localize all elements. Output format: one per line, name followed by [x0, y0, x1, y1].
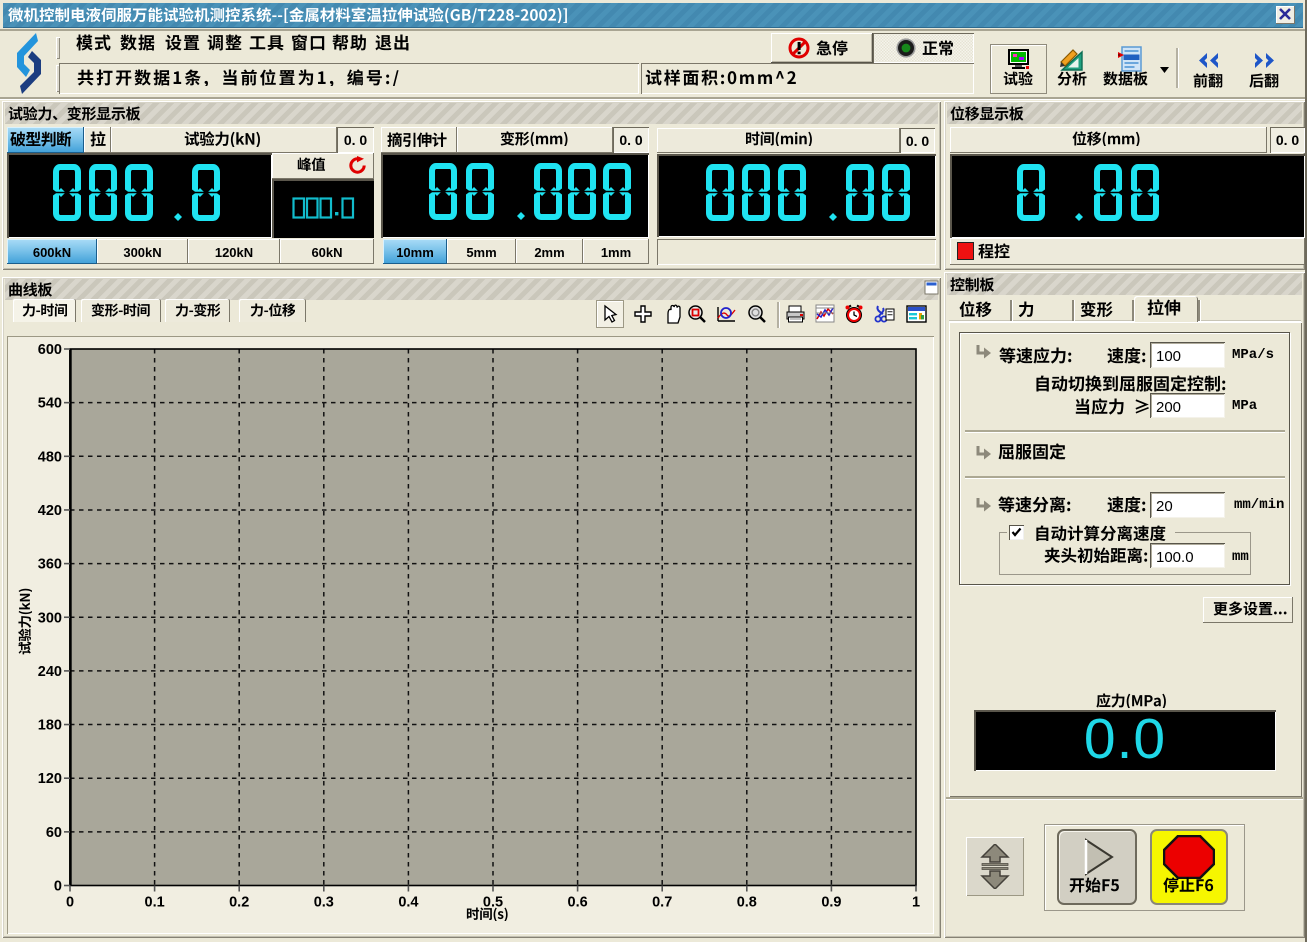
- svg-text:600: 600: [38, 342, 62, 358]
- svg-text:0.2: 0.2: [229, 895, 249, 911]
- svg-text:180: 180: [38, 718, 62, 734]
- svg-text:1: 1: [912, 895, 920, 911]
- svg-text:0.6: 0.6: [568, 895, 588, 911]
- svg-text:60: 60: [46, 825, 62, 841]
- svg-text:0.9: 0.9: [821, 895, 841, 911]
- svg-text:480: 480: [38, 449, 62, 465]
- svg-text:0.4: 0.4: [398, 895, 418, 911]
- svg-text:540: 540: [38, 396, 62, 412]
- svg-text:0.1: 0.1: [145, 895, 165, 911]
- svg-text:0.8: 0.8: [737, 895, 757, 911]
- svg-text:120: 120: [38, 771, 62, 787]
- svg-text:0.3: 0.3: [314, 895, 334, 911]
- svg-text:0.7: 0.7: [652, 895, 672, 911]
- svg-text:0: 0: [54, 879, 62, 895]
- svg-text:420: 420: [38, 503, 62, 519]
- svg-text:0: 0: [66, 895, 74, 911]
- svg-text:360: 360: [38, 557, 62, 573]
- svg-text:300: 300: [38, 610, 62, 626]
- svg-text:240: 240: [38, 664, 62, 680]
